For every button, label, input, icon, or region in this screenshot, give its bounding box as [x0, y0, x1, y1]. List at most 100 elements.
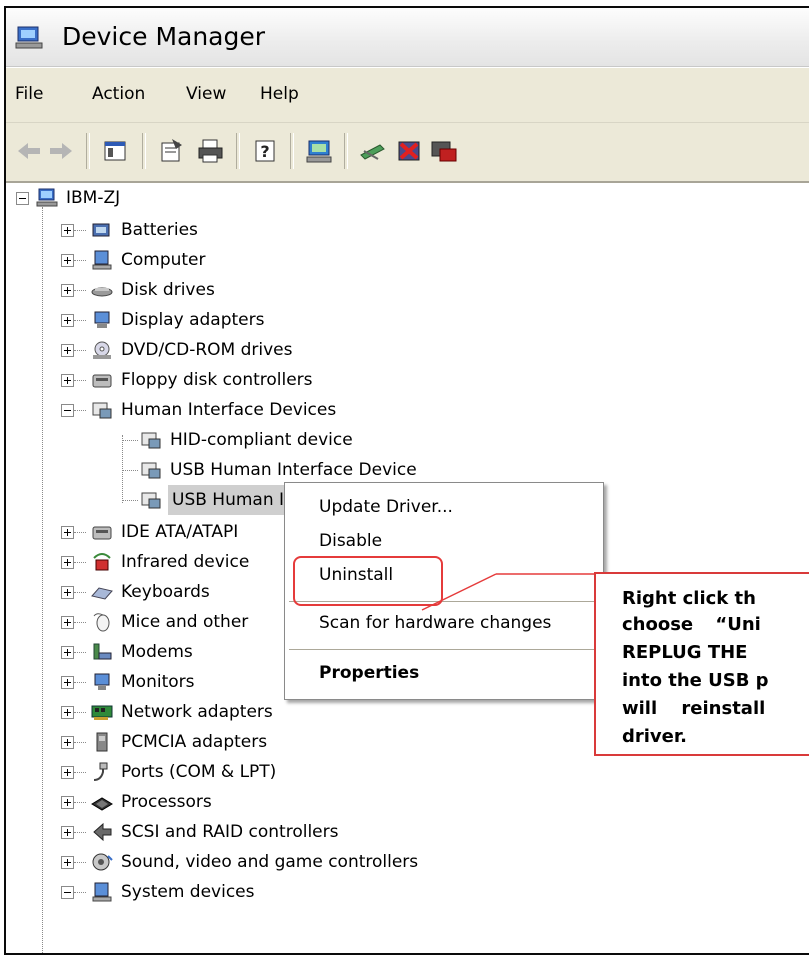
title-bar[interactable]: Device Manager [6, 8, 809, 67]
menu-item-scan-hardware[interactable]: Scan for hardware changes [319, 613, 551, 633]
scsi-icon [93, 822, 112, 842]
tree-item-label: SCSI and RAID controllers [121, 822, 339, 842]
tree-connector [74, 532, 86, 533]
tree-connector [74, 380, 86, 381]
expand-toggle[interactable] [61, 796, 74, 809]
tree-item-label: Monitors [121, 672, 195, 692]
menu-view[interactable]: View [186, 84, 226, 104]
expand-toggle[interactable] [61, 766, 74, 779]
collapse-toggle[interactable] [61, 886, 74, 899]
expand-toggle[interactable] [61, 586, 74, 599]
show-hide-console-tree-icon[interactable] [100, 137, 130, 165]
expand-toggle[interactable] [61, 856, 74, 869]
tree-connector [74, 622, 86, 623]
tree-connector [74, 802, 86, 803]
tree-item-label: Infrared device [121, 552, 250, 572]
menu-item-disable[interactable]: Disable [319, 531, 382, 551]
device-manager-window: Device Manager File Action View Help ? I… [4, 6, 809, 955]
back-arrow-icon[interactable] [14, 137, 44, 165]
callout-line: into the USB p [622, 670, 769, 691]
expand-toggle[interactable] [61, 344, 74, 357]
expand-toggle[interactable] [61, 676, 74, 689]
monitor-icon [94, 673, 110, 690]
menu-action[interactable]: Action [92, 84, 145, 104]
uninstall-icon[interactable] [394, 137, 424, 165]
tree-item-label: DVD/CD-ROM drives [121, 340, 293, 360]
hid-device-icon [141, 462, 161, 479]
tree-item-label: Processors [121, 792, 212, 812]
expand-toggle[interactable] [61, 736, 74, 749]
tree-item-label: PCMCIA adapters [121, 732, 268, 752]
menu-item-properties[interactable]: Properties [319, 663, 419, 683]
tree-item-label: HID-compliant device [170, 430, 353, 450]
expand-toggle[interactable] [61, 374, 74, 387]
expand-toggle[interactable] [61, 706, 74, 719]
tree-item-label: Human Interface Devices [121, 400, 337, 420]
print-icon[interactable] [196, 137, 226, 165]
expand-toggle[interactable] [61, 526, 74, 539]
tree-item-label: Mice and other [121, 612, 249, 632]
device-manager-icon [15, 26, 43, 49]
tree-item-label: System devices [121, 882, 255, 902]
menu-help[interactable]: Help [260, 84, 299, 104]
forward-arrow-icon[interactable] [46, 137, 76, 165]
tree-item-label: Display adapters [121, 310, 265, 330]
expand-toggle[interactable] [61, 616, 74, 629]
svg-text:?: ? [260, 142, 269, 161]
expand-toggle[interactable] [61, 254, 74, 267]
tree-item-label: Disk drives [121, 280, 215, 300]
expand-toggle[interactable] [61, 556, 74, 569]
tree-connector [122, 500, 138, 501]
tree-item-label: Floppy disk controllers [121, 370, 313, 390]
ide-controller-icon [92, 526, 112, 540]
tree-connector [74, 772, 86, 773]
update-driver-icon[interactable] [358, 137, 388, 165]
annotation-leader-line [421, 573, 594, 611]
tree-root-label: IBM-ZJ [66, 188, 121, 208]
expand-toggle[interactable] [61, 826, 74, 839]
tree-item-label: IDE ATA/ATAPI [121, 522, 239, 542]
menu-item-update-driver[interactable]: Update Driver... [319, 497, 453, 517]
tree-connector [74, 742, 86, 743]
tree-item-label: USB Human Interface Device [170, 460, 417, 480]
display-adapter-icon [94, 311, 110, 328]
expand-toggle[interactable] [61, 314, 74, 327]
tree-connector [74, 230, 86, 231]
callout-line: Right click th [622, 588, 756, 609]
callout-line: will reinstall [622, 698, 766, 719]
infrared-icon [93, 553, 111, 571]
tree-connector [122, 440, 138, 441]
callout-line: REPLUG THE [622, 642, 748, 663]
floppy-controller-icon [92, 374, 112, 388]
tree-connector [74, 862, 86, 863]
menu-file[interactable]: File [15, 84, 43, 104]
toolbar-separator [86, 133, 90, 169]
tree-item-label: Ports (COM & LPT) [121, 762, 277, 782]
expand-toggle[interactable] [61, 224, 74, 237]
tree-connector [74, 562, 86, 563]
toolbar-separator [142, 133, 146, 169]
menu-bar: File Action View Help [6, 68, 809, 123]
help-icon[interactable]: ? [250, 137, 280, 165]
tree-item-label: Network adapters [121, 702, 273, 722]
tree-item-label: Keyboards [121, 582, 210, 602]
battery-icon [92, 223, 110, 237]
network-adapter-icon [91, 705, 113, 720]
tree-connector [74, 290, 86, 291]
expand-toggle[interactable] [61, 284, 74, 297]
expand-toggle[interactable] [61, 646, 74, 659]
scan-hardware-icon[interactable] [304, 137, 334, 165]
tree-connector [74, 350, 86, 351]
tree-item-label: Modems [121, 642, 193, 662]
properties-icon[interactable] [156, 137, 186, 165]
collapse-toggle[interactable] [61, 404, 74, 417]
collapse-toggle[interactable] [16, 192, 29, 205]
tree-connector [74, 410, 86, 411]
tree-item-label: Sound, video and game controllers [121, 852, 419, 872]
disable-icon[interactable] [428, 137, 458, 165]
hid-device-icon [141, 432, 161, 449]
tree-item-label: Batteries [121, 220, 198, 240]
tree-connector [74, 260, 86, 261]
disk-drive-icon [91, 287, 113, 297]
tree-connector [74, 682, 86, 683]
